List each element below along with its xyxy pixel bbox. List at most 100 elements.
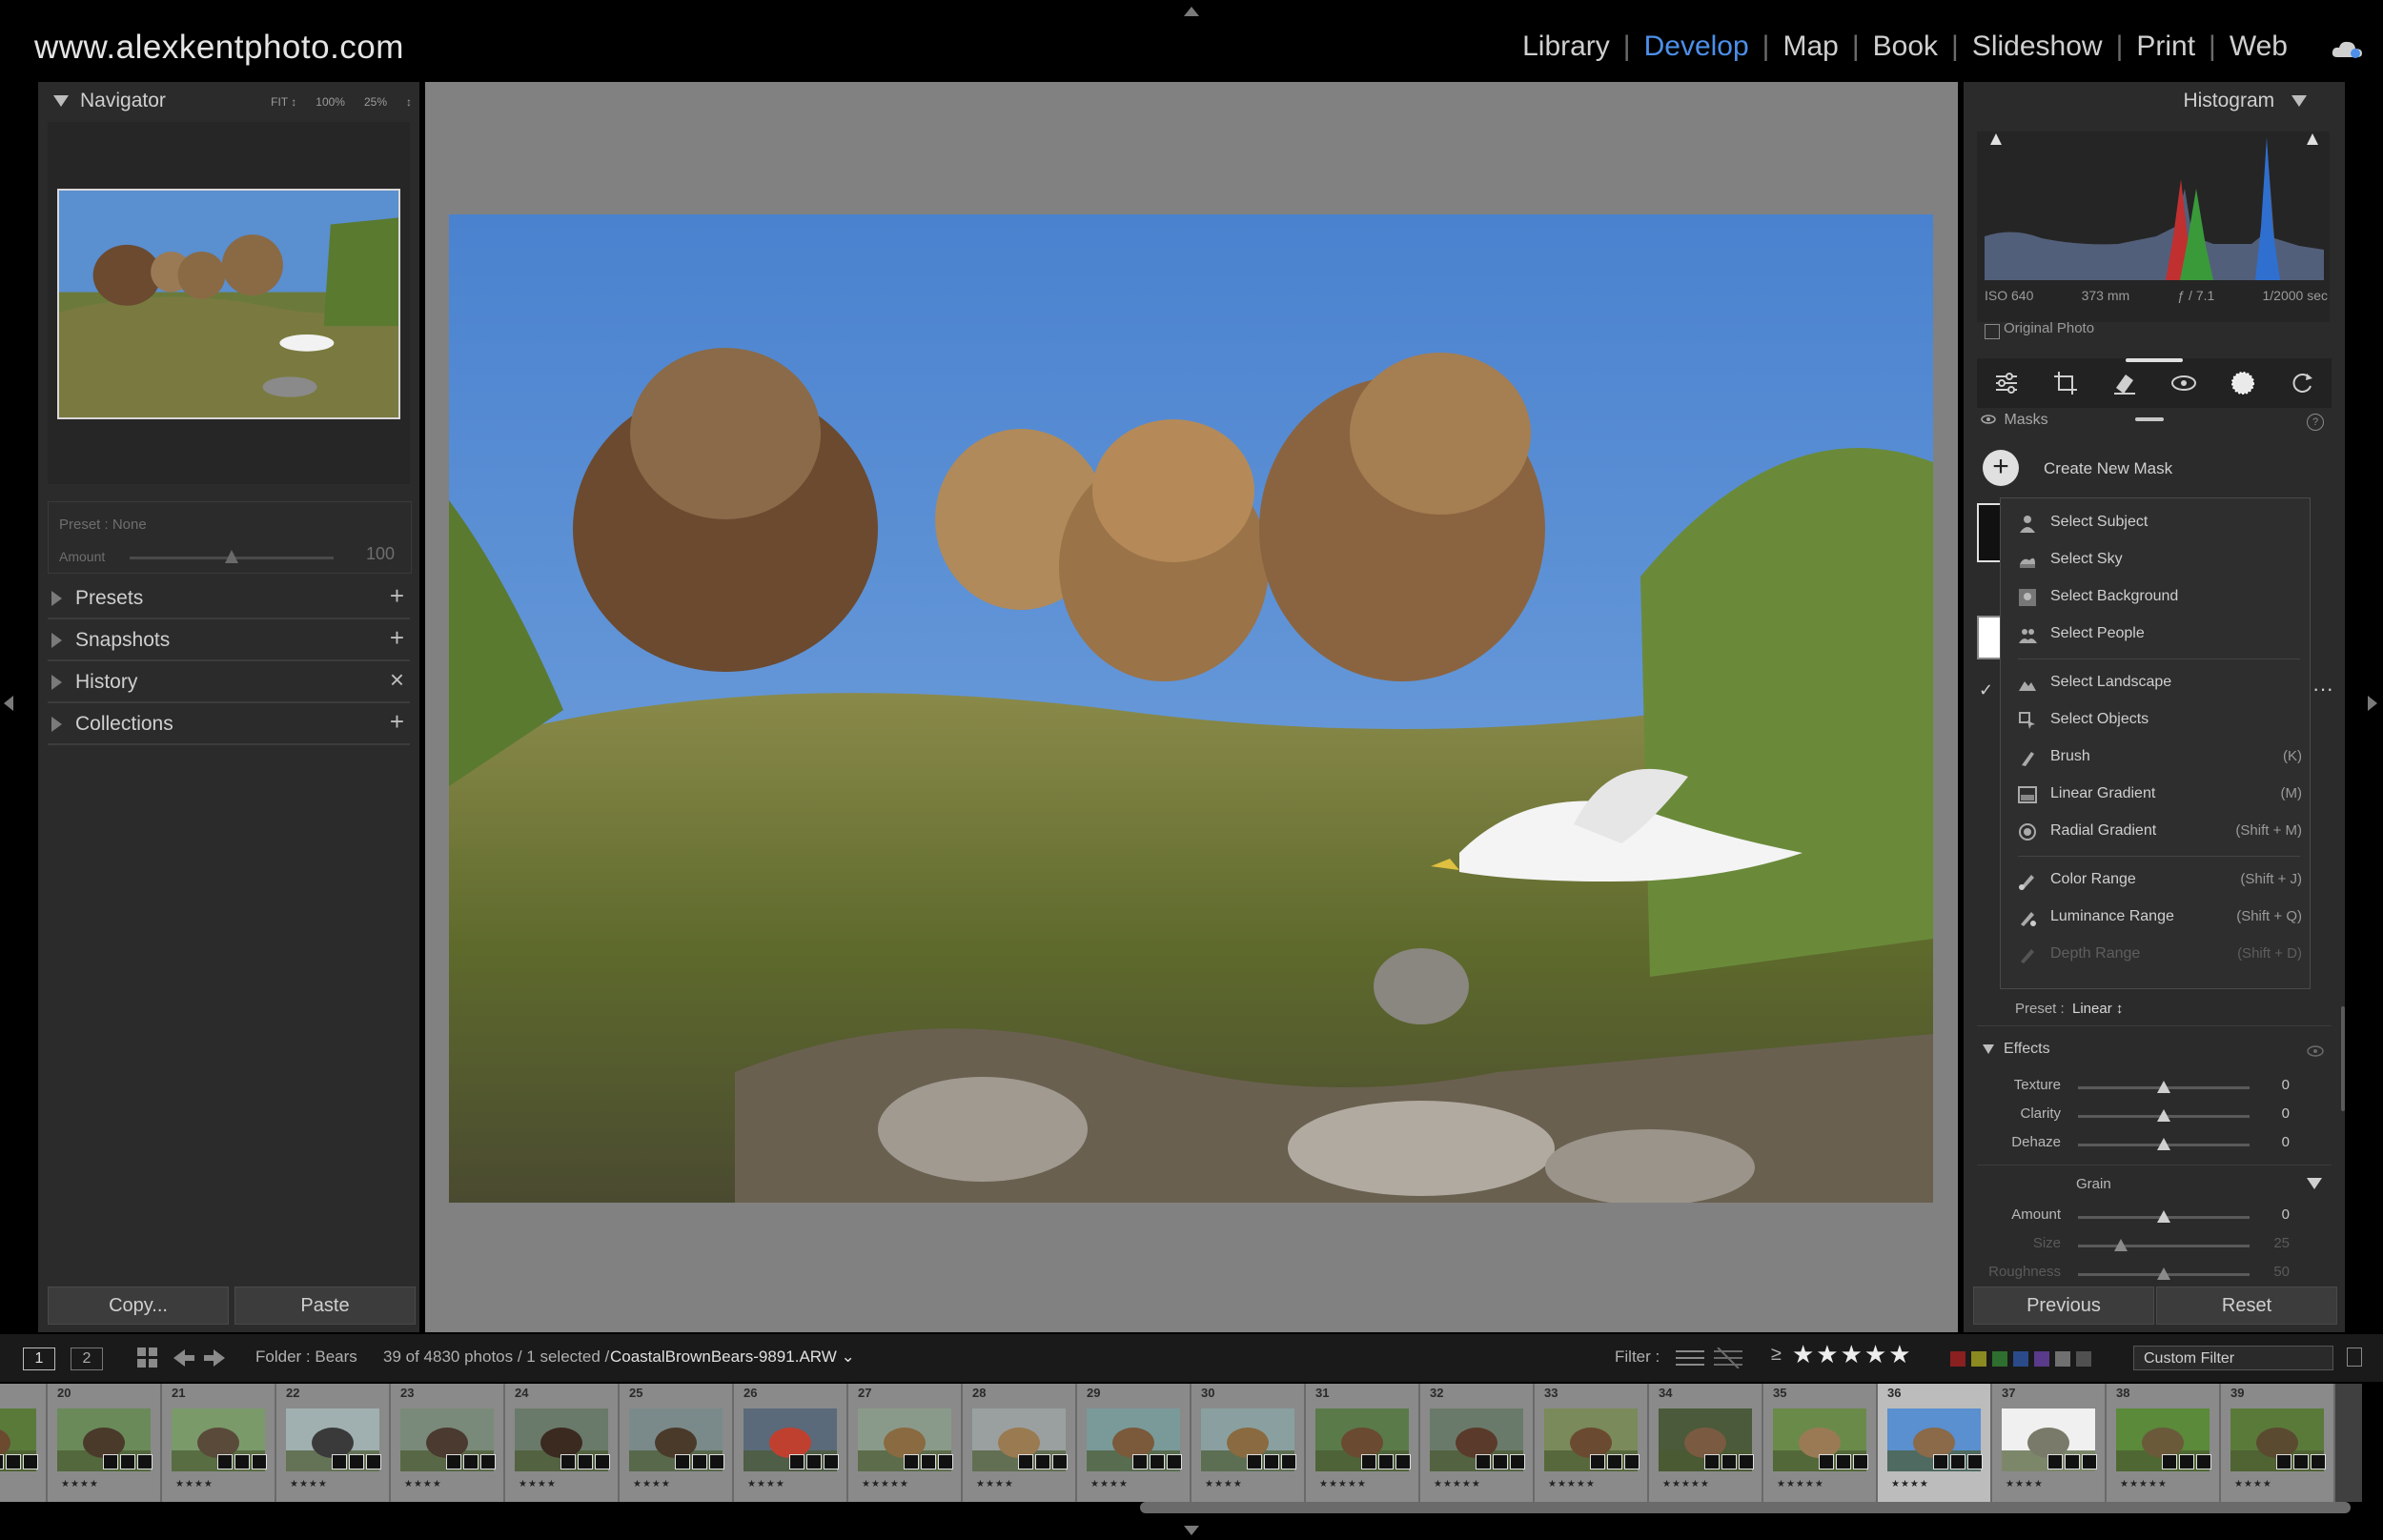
main-window-button[interactable]: 1	[23, 1348, 55, 1370]
slider-knob[interactable]	[2157, 1210, 2170, 1223]
filmstrip-thumbnail[interactable]: 32 ★★★★★	[1420, 1384, 1535, 1502]
panel-handle[interactable]	[2135, 417, 2164, 421]
navigator-thumbnail[interactable]	[57, 189, 400, 419]
mask-menu-item-brush[interactable]: Brush (K)	[2001, 740, 2310, 775]
filmstrip-thumbnail[interactable]: 23 ★★★★	[391, 1384, 505, 1502]
slider-amount[interactable]: Amount 0	[1964, 1203, 2345, 1231]
zoom-fit[interactable]: FIT ↕	[271, 95, 296, 109]
add-collection-icon[interactable]: +	[390, 707, 404, 737]
mask-menu-item-select-objects[interactable]: Select Objects	[2001, 703, 2310, 738]
red-eye-icon[interactable]	[2169, 369, 2198, 397]
mask-menu-item-color-range[interactable]: Color Range (Shift + J)	[2001, 863, 2310, 898]
module-map[interactable]: Map	[1769, 30, 1851, 63]
panel-scrollbar[interactable]	[2341, 1006, 2345, 1111]
filmstrip-thumbnail[interactable]: 31 ★★★★★	[1306, 1384, 1420, 1502]
color-label-chip[interactable]	[1971, 1351, 1986, 1367]
eye-icon[interactable]	[1981, 412, 1996, 429]
left-panel-toggle-icon[interactable]	[4, 696, 13, 716]
filmstrip-thumbnail[interactable]: 28 ★★★★	[963, 1384, 1077, 1502]
slider-track[interactable]	[2078, 1245, 2250, 1247]
filmstrip-thumbnail[interactable]: 29 ★★★★	[1077, 1384, 1192, 1502]
paste-button[interactable]: Paste	[234, 1287, 416, 1325]
secondary-window-button[interactable]: 2	[71, 1348, 103, 1370]
copy-button[interactable]: Copy...	[48, 1287, 229, 1325]
filmstrip-thumbnail[interactable]: 33 ★★★★★	[1535, 1384, 1649, 1502]
color-label-chip[interactable]	[1992, 1351, 2007, 1367]
folder-label[interactable]: Folder : Bears	[255, 1348, 357, 1367]
module-library[interactable]: Library	[1509, 30, 1623, 63]
filter-lock-icon[interactable]	[2347, 1348, 2362, 1367]
bottom-panel-toggle-icon[interactable]	[1184, 1523, 1199, 1540]
snapshots-section-header[interactable]: Snapshots +	[48, 621, 410, 661]
mask-thumbnail[interactable]	[1977, 616, 2002, 659]
back-arrow-icon[interactable]	[173, 1349, 194, 1371]
filmstrip-thumbnail[interactable]: 30 ★★★★	[1192, 1384, 1306, 1502]
slider-clarity[interactable]: Clarity 0	[1964, 1102, 2345, 1130]
mask-menu-item-radial-gradient[interactable]: Radial Gradient (Shift + M)	[2001, 815, 2310, 849]
filmstrip-thumbnail[interactable]: 38 ★★★★★	[2107, 1384, 2221, 1502]
more-options-icon[interactable]: ···	[2312, 677, 2333, 701]
mask-menu-item-luminance-range[interactable]: Luminance Range (Shift + Q)	[2001, 901, 2310, 935]
rating-stars-filter[interactable]: ★★★★★	[1792, 1340, 1913, 1369]
slider-knob[interactable]	[2157, 1109, 2170, 1122]
mask-menu-item-select-subject[interactable]: Select Subject	[2001, 506, 2310, 540]
module-print[interactable]: Print	[2123, 30, 2209, 63]
add-snapshot-icon[interactable]: +	[390, 623, 404, 653]
amount-slider-knob[interactable]	[225, 550, 238, 563]
mask-preset-select[interactable]: Linear ↕	[2072, 1001, 2123, 1017]
filmstrip-thumbnail[interactable]: 35 ★★★★★	[1763, 1384, 1878, 1502]
color-label-chip[interactable]	[2055, 1351, 2070, 1367]
filmstrip-scrollbar[interactable]	[1140, 1502, 2351, 1513]
filmstrip-thumbnail[interactable]: 20 ★★★★	[48, 1384, 162, 1502]
color-label-chip[interactable]	[2034, 1351, 2049, 1367]
slider-value[interactable]: 0	[2282, 1105, 2290, 1122]
zoom-100[interactable]: 100%	[316, 95, 345, 109]
grain-collapse-icon[interactable]	[2307, 1178, 2322, 1189]
original-photo-checkbox[interactable]	[1985, 324, 2000, 339]
mask-menu-item-select-background[interactable]: Select Background	[2001, 580, 2310, 615]
custom-filter-select[interactable]: Custom Filter	[2133, 1346, 2333, 1370]
filmstrip-thumbnail[interactable]: 36 ★★★★	[1878, 1384, 1992, 1502]
slider-knob[interactable]	[2157, 1267, 2170, 1280]
mask-menu-item-select-sky[interactable]: Select Sky	[2001, 543, 2310, 578]
crop-icon[interactable]	[2051, 369, 2080, 397]
healing-eraser-icon[interactable]	[2110, 369, 2139, 397]
slider-knob[interactable]	[2157, 1138, 2170, 1150]
create-new-mask-label[interactable]: Create New Mask	[2044, 459, 2172, 478]
filmstrip-thumbnail[interactable]: 34 ★★★★★	[1649, 1384, 1763, 1502]
previous-button[interactable]: Previous	[1973, 1287, 2154, 1325]
histogram-graph[interactable]	[1985, 132, 2324, 280]
module-slideshow[interactable]: Slideshow	[1959, 30, 2116, 63]
color-label-chip[interactable]	[2076, 1351, 2091, 1367]
color-label-chip[interactable]	[2013, 1351, 2028, 1367]
rating-operator[interactable]: ≥	[1771, 1344, 1782, 1366]
mask-menu-item-select-landscape[interactable]: Select Landscape	[2001, 666, 2310, 700]
filmstrip-thumbnail[interactable]: 37 ★★★★	[1992, 1384, 2107, 1502]
history-section-header[interactable]: History ×	[48, 663, 410, 703]
collections-section-header[interactable]: Collections +	[48, 705, 410, 745]
module-develop[interactable]: Develop	[1631, 30, 1762, 63]
mask-menu-item-select-people[interactable]: Select People	[2001, 618, 2310, 652]
reset-button[interactable]: Reset	[2156, 1287, 2337, 1325]
effects-visibility-icon[interactable]	[2307, 1044, 2324, 1062]
filmstrip-thumbnail[interactable]: 24 ★★★★	[505, 1384, 620, 1502]
edit-sliders-icon[interactable]	[1992, 369, 2021, 397]
zoom-25[interactable]: 25%	[364, 95, 387, 109]
clear-history-icon[interactable]: ×	[390, 665, 404, 695]
flag-filter-icon[interactable]	[1676, 1348, 1704, 1373]
main-photo[interactable]	[449, 214, 1933, 1203]
right-panel-toggle-icon[interactable]	[2368, 696, 2377, 716]
presets-section-header[interactable]: Presets +	[48, 579, 410, 619]
module-web[interactable]: Web	[2216, 30, 2301, 63]
filmstrip-thumbnail[interactable]: 26 ★★★★	[734, 1384, 848, 1502]
filmstrip-thumbnail[interactable]: 22 ★★★★	[276, 1384, 391, 1502]
grid-view-icon[interactable]	[137, 1348, 158, 1373]
zoom-more[interactable]: ↕	[406, 95, 412, 109]
cloud-sync-icon[interactable]	[2332, 38, 2364, 59]
slider-roughness[interactable]: Roughness 50	[1964, 1260, 2345, 1288]
forward-arrow-icon[interactable]	[204, 1349, 225, 1371]
slider-texture[interactable]: Texture 0	[1964, 1073, 2345, 1102]
slider-value[interactable]: 25	[2273, 1235, 2290, 1251]
current-filename[interactable]: CoastalBrownBears-9891.ARW ⌄	[610, 1348, 855, 1367]
masking-icon[interactable]	[2229, 369, 2257, 397]
